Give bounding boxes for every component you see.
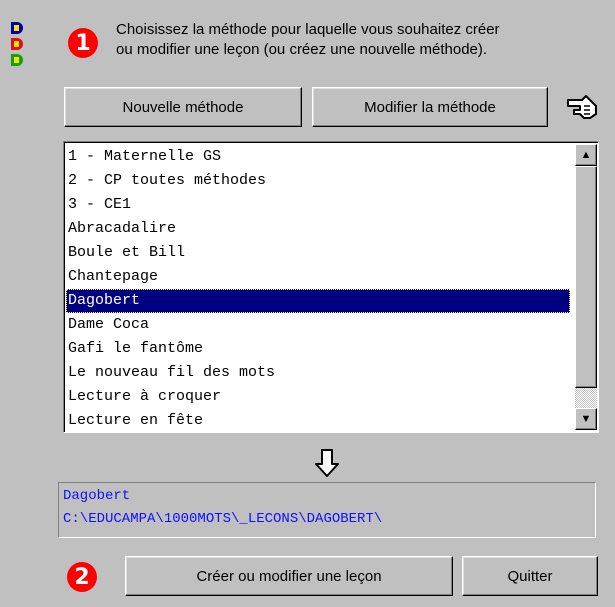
method-list-item[interactable]: 2 - CP toutes méthodes — [66, 169, 570, 193]
method-list-item[interactable]: Le nouveau fil des mots — [66, 361, 570, 385]
create-lesson-button[interactable]: Créer ou modifier une leçon — [125, 556, 453, 596]
step-1-badge: 1 — [68, 28, 98, 58]
quit-button[interactable]: Quitter — [462, 556, 598, 596]
edit-method-button[interactable]: Modifier la méthode — [312, 87, 548, 127]
method-list-item[interactable]: Dame Coca — [66, 313, 570, 337]
method-list-item[interactable]: Lecture en fête — [66, 409, 570, 433]
scroll-track[interactable] — [575, 388, 597, 408]
instruction-line-2: ou modifier une leçon (ou créez une nouv… — [116, 41, 488, 58]
method-list-item[interactable]: Abracadalire — [66, 217, 570, 241]
method-list-item[interactable]: Dagobert — [66, 289, 570, 313]
method-list-item[interactable]: 1 - Maternelle GS — [66, 145, 570, 169]
method-list-item[interactable]: Gafi le fantôme — [66, 337, 570, 361]
method-list-items: 1 - Maternelle GS 2 - CP toutes méthodes 3… — [66, 145, 570, 433]
scroll-down-button[interactable]: ▼ — [575, 408, 597, 430]
list-scrollbar[interactable]: ▲ ▼ — [575, 144, 597, 430]
down-arrow-icon — [315, 449, 339, 477]
selected-method-name: Dagobert — [63, 488, 131, 504]
new-method-button[interactable]: Nouvelle méthode — [64, 87, 302, 127]
method-list-item[interactable]: 3 - CE1 — [66, 193, 570, 217]
method-list-item[interactable]: Lecture à croquer — [66, 385, 570, 409]
scroll-up-button[interactable]: ▲ — [575, 144, 597, 166]
selected-method-info: Dagobert C:\EDUCAMPA\1000MOTS\_LECONS\DA… — [58, 482, 596, 538]
instruction-text: Choisissez la méthode pour laquelle vous… — [116, 20, 596, 60]
method-list[interactable]: 1 - Maternelle GS 2 - CP toutes méthodes 3… — [63, 141, 599, 433]
scroll-thumb[interactable] — [575, 166, 597, 388]
pointing-hand-icon — [567, 95, 597, 119]
method-list-item[interactable]: Chantepage — [66, 265, 570, 289]
instruction-line-1: Choisissez la méthode pour laquelle vous… — [116, 21, 500, 38]
method-list-item[interactable]: Boule et Bill — [66, 241, 570, 265]
app-logo — [11, 22, 23, 70]
step-2-badge: 2 — [67, 562, 97, 592]
selected-method-path: C:\EDUCAMPA\1000MOTS\_LECONS\DAGOBERT\ — [63, 511, 383, 527]
